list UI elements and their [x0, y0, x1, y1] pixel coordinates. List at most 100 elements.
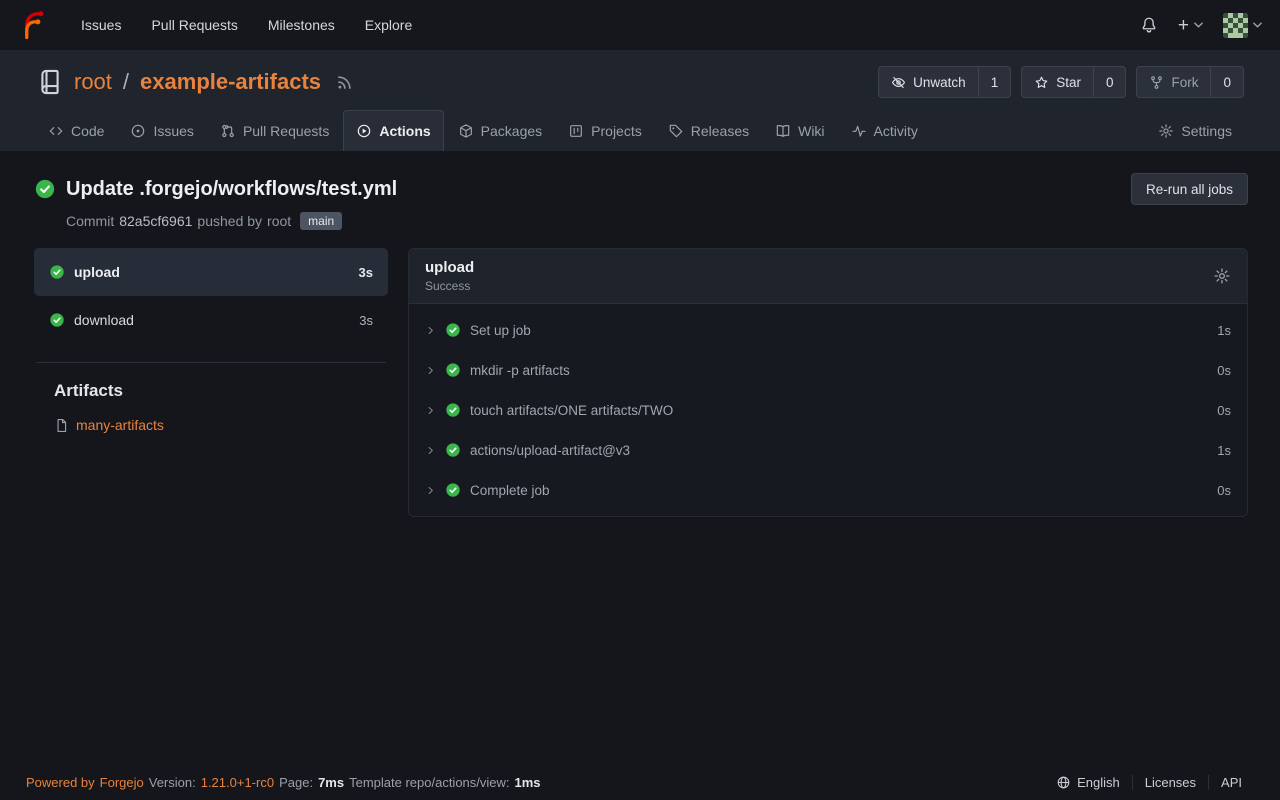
run-title: Update .forgejo/workflows/test.yml	[66, 178, 397, 201]
tab-projects[interactable]: Projects	[556, 111, 654, 151]
tab-releases[interactable]: Releases	[656, 111, 761, 151]
page-footer: Powered by Forgejo Version: 1.21.0+1-rc0…	[0, 764, 1280, 800]
step-row[interactable]: touch artifacts/ONE artifacts/TWO 0s	[409, 390, 1247, 430]
success-check-icon	[445, 442, 461, 458]
fork-button[interactable]: Fork	[1137, 67, 1210, 97]
tab-code[interactable]: Code	[36, 111, 116, 151]
top-navbar: Issues Pull Requests Milestones Explore …	[0, 0, 1280, 50]
version-link[interactable]: 1.21.0+1-rc0	[201, 775, 274, 790]
forgejo-logo[interactable]	[18, 10, 48, 40]
stars-count[interactable]: 0	[1093, 67, 1126, 97]
licenses-link[interactable]: Licenses	[1132, 775, 1208, 790]
plus-icon: +	[1178, 16, 1189, 35]
chevron-right-icon	[425, 325, 436, 336]
step-duration: 1s	[1217, 323, 1231, 338]
artifact-download-link[interactable]: many-artifacts	[76, 417, 164, 433]
star-button-group: Star 0	[1021, 66, 1126, 98]
nav-pull-requests[interactable]: Pull Requests	[138, 9, 250, 41]
pusher-link[interactable]: root	[267, 213, 291, 229]
step-name: Set up job	[470, 323, 1208, 338]
repo-separator: /	[123, 69, 129, 95]
tab-label: Packages	[481, 123, 542, 139]
job-item-upload[interactable]: upload 3s	[34, 248, 388, 296]
nav-explore[interactable]: Explore	[352, 9, 425, 41]
job-options-gear-icon[interactable]	[1213, 267, 1231, 285]
forks-count[interactable]: 0	[1210, 67, 1243, 97]
nav-issues[interactable]: Issues	[68, 9, 134, 41]
forgejo-link[interactable]: Forgejo	[100, 775, 144, 790]
tab-wiki[interactable]: Wiki	[763, 111, 836, 151]
globe-icon	[1056, 775, 1071, 790]
tab-label: Pull Requests	[243, 123, 329, 139]
commit-sha-link[interactable]: 82a5cf6961	[119, 213, 192, 229]
step-name: actions/upload-artifact@v3	[470, 443, 1208, 458]
job-duration: 3s	[359, 265, 373, 280]
artifact-item[interactable]: many-artifacts	[54, 417, 388, 433]
branch-badge[interactable]: main	[300, 212, 342, 230]
notifications-button[interactable]	[1140, 16, 1158, 34]
forgejo-logo-icon	[18, 10, 48, 40]
api-link[interactable]: API	[1208, 775, 1254, 790]
job-steps-list: Set up job 1s mkdir -p artifacts 0s touc…	[409, 304, 1247, 516]
repo-header: root / example-artifacts Unwatch 1 Star …	[0, 50, 1280, 151]
repo-name-link[interactable]: example-artifacts	[140, 69, 321, 95]
tab-settings[interactable]: Settings	[1146, 111, 1244, 151]
step-row[interactable]: Set up job 1s	[409, 310, 1247, 350]
fork-label: Fork	[1171, 75, 1198, 90]
tab-label: Code	[71, 123, 104, 139]
success-check-icon	[445, 482, 461, 498]
run-header: Update .forgejo/workflows/test.yml Re-ru…	[34, 173, 1248, 205]
tab-activity[interactable]: Activity	[839, 111, 930, 151]
tab-actions[interactable]: Actions	[343, 110, 443, 151]
tab-label: Actions	[379, 123, 430, 139]
job-duration: 3s	[359, 313, 373, 328]
watch-button-group: Unwatch 1	[878, 66, 1011, 98]
create-new-menu[interactable]: +	[1178, 16, 1203, 35]
step-row[interactable]: Complete job 0s	[409, 470, 1247, 510]
tab-label: Releases	[691, 123, 749, 139]
chevron-right-icon	[425, 485, 436, 496]
run-body: upload 3s download 3s Artifacts many-art…	[34, 248, 1248, 517]
step-name: Complete job	[470, 483, 1208, 498]
step-name: touch artifacts/ONE artifacts/TWO	[470, 403, 1208, 418]
star-icon	[1034, 75, 1049, 90]
tab-pull-requests[interactable]: Pull Requests	[208, 111, 341, 151]
job-detail-name: upload	[425, 259, 474, 276]
pull-request-icon	[220, 123, 236, 139]
step-duration: 0s	[1217, 403, 1231, 418]
chevron-down-icon	[1253, 22, 1262, 28]
job-detail-panel: upload Success Set up job 1s mkdir -p ar…	[408, 248, 1248, 517]
rss-icon[interactable]	[336, 74, 353, 91]
nav-milestones[interactable]: Milestones	[255, 9, 348, 41]
chevron-right-icon	[425, 445, 436, 456]
tab-issues[interactable]: Issues	[118, 111, 205, 151]
repo-owner-link[interactable]: root	[74, 69, 112, 95]
success-check-icon	[49, 264, 65, 280]
tab-packages[interactable]: Packages	[446, 111, 554, 151]
pulse-icon	[851, 123, 867, 139]
step-row[interactable]: mkdir -p artifacts 0s	[409, 350, 1247, 390]
tab-label: Projects	[591, 123, 642, 139]
tab-label: Settings	[1181, 123, 1232, 139]
success-check-icon	[49, 312, 65, 328]
chevron-right-icon	[425, 405, 436, 416]
avatar	[1223, 13, 1248, 38]
pushed-by-text: pushed by	[197, 213, 262, 229]
job-detail-titles: upload Success	[425, 259, 474, 293]
project-board-icon	[568, 123, 584, 139]
fork-icon	[1149, 75, 1164, 90]
user-menu[interactable]	[1223, 13, 1262, 38]
tab-label: Wiki	[798, 123, 824, 139]
success-check-icon	[445, 402, 461, 418]
watchers-count[interactable]: 1	[978, 67, 1011, 97]
rerun-all-jobs-button[interactable]: Re-run all jobs	[1131, 173, 1248, 205]
unwatch-button[interactable]: Unwatch	[879, 67, 978, 97]
chevron-down-icon	[1194, 22, 1203, 28]
step-row[interactable]: actions/upload-artifact@v3 1s	[409, 430, 1247, 470]
language-menu[interactable]: English	[1044, 775, 1132, 790]
template-time-label: Template repo/actions/view:	[349, 775, 509, 790]
star-button[interactable]: Star	[1022, 67, 1093, 97]
job-item-download[interactable]: download 3s	[34, 296, 388, 344]
page-time-label: Page:	[279, 775, 313, 790]
step-name: mkdir -p artifacts	[470, 363, 1208, 378]
